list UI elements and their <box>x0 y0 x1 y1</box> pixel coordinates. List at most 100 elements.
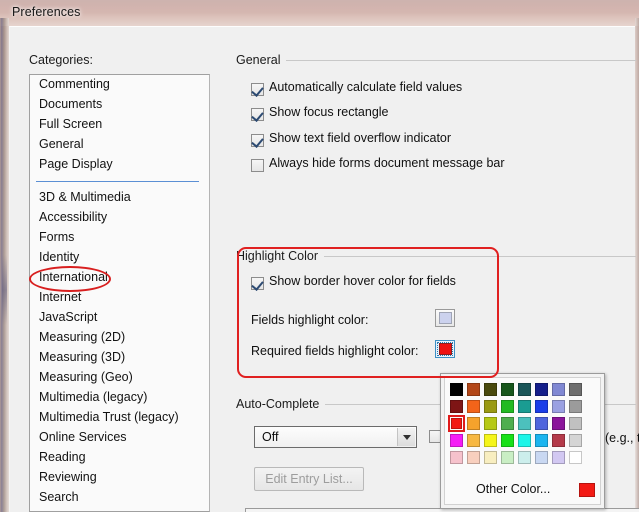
sidebar-item-international[interactable]: International <box>30 268 209 288</box>
color-swatch-fill <box>569 434 582 447</box>
color-swatch-25[interactable] <box>465 432 482 449</box>
color-swatch-fill <box>467 434 480 447</box>
color-swatch-fill <box>518 434 531 447</box>
categories-list[interactable]: Commenting Documents Full Screen General… <box>29 74 210 512</box>
color-swatch-2[interactable] <box>482 381 499 398</box>
color-swatch-4[interactable] <box>516 381 533 398</box>
label-auto-calculate: Automatically calculate field values <box>269 80 463 94</box>
sidebar-item-commenting[interactable]: Commenting <box>30 75 209 95</box>
color-swatch-15[interactable] <box>567 398 584 415</box>
color-swatch-fill <box>552 383 565 396</box>
color-swatch-26[interactable] <box>482 432 499 449</box>
sidebar-item-accessibility[interactable]: Accessibility <box>30 208 209 228</box>
color-swatch-fill <box>569 417 582 430</box>
color-swatch-35[interactable] <box>499 449 516 466</box>
sidebar-item-reviewing[interactable]: Reviewing <box>30 468 209 488</box>
sidebar-item-identity[interactable]: Identity <box>30 248 209 268</box>
color-swatch-23[interactable] <box>567 415 584 432</box>
sidebar-item-reading[interactable]: Reading <box>30 448 209 468</box>
color-swatch-fill <box>501 451 514 464</box>
sidebar-item-measuring-geo[interactable]: Measuring (Geo) <box>30 368 209 388</box>
color-swatch-fill <box>484 383 497 396</box>
color-swatch-37[interactable] <box>533 449 550 466</box>
color-swatch-34[interactable] <box>482 449 499 466</box>
sidebar-item-search[interactable]: Search <box>30 488 209 508</box>
sidebar-item-javascript[interactable]: JavaScript <box>30 308 209 328</box>
sidebar-item-multimedia-trust[interactable]: Multimedia Trust (legacy) <box>30 408 209 428</box>
color-swatch-7[interactable] <box>567 381 584 398</box>
sidebar-item-forms[interactable]: Forms <box>30 228 209 248</box>
sidebar-separator <box>30 175 209 188</box>
color-swatch-fill <box>467 383 480 396</box>
color-swatch-1[interactable] <box>465 381 482 398</box>
color-swatch-5[interactable] <box>533 381 550 398</box>
color-swatch-fill <box>484 434 497 447</box>
color-swatch-28[interactable] <box>516 432 533 449</box>
color-swatch-14[interactable] <box>550 398 567 415</box>
color-swatch-13[interactable] <box>533 398 550 415</box>
color-swatch-fill <box>535 400 548 413</box>
edit-entry-list-button[interactable]: Edit Entry List... <box>254 467 364 491</box>
sidebar-item-measuring-3d[interactable]: Measuring (3D) <box>30 348 209 368</box>
required-fields-highlight-color-button[interactable] <box>435 340 455 358</box>
checkbox-show-focus-rectangle[interactable] <box>251 108 264 121</box>
color-picker-popup[interactable]: Other Color... <box>440 373 605 509</box>
color-swatch-grid[interactable] <box>448 381 584 466</box>
checkbox-border-hover-color[interactable] <box>251 277 264 290</box>
color-swatch-fill <box>569 400 582 413</box>
color-swatch-12[interactable] <box>516 398 533 415</box>
color-swatch-30[interactable] <box>550 432 567 449</box>
color-swatch-3[interactable] <box>499 381 516 398</box>
sidebar-item-internet[interactable]: Internet <box>30 288 209 308</box>
sidebar-item-online-services[interactable]: Online Services <box>30 428 209 448</box>
color-swatch-fill <box>501 383 514 396</box>
checkbox-hide-message-bar[interactable] <box>251 159 264 172</box>
sidebar-item-3d-multimedia[interactable]: 3D & Multimedia <box>30 188 209 208</box>
checkbox-auto-calculate[interactable] <box>251 83 264 96</box>
color-swatch-8[interactable] <box>448 398 465 415</box>
color-swatch-36[interactable] <box>516 449 533 466</box>
checkbox-overflow-indicator[interactable] <box>251 134 264 147</box>
color-swatch-fill <box>535 383 548 396</box>
sidebar-item-multimedia-legacy[interactable]: Multimedia (legacy) <box>30 388 209 408</box>
color-swatch-31[interactable] <box>567 432 584 449</box>
sidebar-item-documents[interactable]: Documents <box>30 95 209 115</box>
sidebar-item-page-display[interactable]: Page Display <box>30 155 209 175</box>
color-swatch-29[interactable] <box>533 432 550 449</box>
label-show-focus-rectangle: Show focus rectangle <box>269 105 389 119</box>
sidebar-item-measuring-2d[interactable]: Measuring (2D) <box>30 328 209 348</box>
color-swatch-9[interactable] <box>465 398 482 415</box>
color-swatch-22[interactable] <box>550 415 567 432</box>
color-swatch-fill <box>450 451 463 464</box>
color-swatch-19[interactable] <box>499 415 516 432</box>
color-swatch-21[interactable] <box>533 415 550 432</box>
color-swatch-10[interactable] <box>482 398 499 415</box>
color-swatch-18[interactable] <box>482 415 499 432</box>
color-swatch-fill <box>518 451 531 464</box>
fields-highlight-color-button[interactable] <box>435 309 455 327</box>
sidebar-item-general[interactable]: General <box>30 135 209 155</box>
other-color-row[interactable]: Other Color... <box>448 480 601 500</box>
sidebar-item-full-screen[interactable]: Full Screen <box>30 115 209 135</box>
color-swatch-27[interactable] <box>499 432 516 449</box>
general-group-label: General <box>236 53 287 67</box>
color-swatch-39[interactable] <box>567 449 584 466</box>
color-swatch-fill <box>535 417 548 430</box>
color-swatch-fill <box>501 434 514 447</box>
color-swatch-20[interactable] <box>516 415 533 432</box>
color-swatch-33[interactable] <box>465 449 482 466</box>
required-fields-highlight-color-swatch <box>439 343 452 355</box>
color-swatch-6[interactable] <box>550 381 567 398</box>
color-swatch-11[interactable] <box>499 398 516 415</box>
color-swatch-32[interactable] <box>448 449 465 466</box>
color-swatch-fill <box>552 451 565 464</box>
chevron-down-icon[interactable] <box>397 428 415 446</box>
color-swatch-0[interactable] <box>448 381 465 398</box>
other-color-swatch[interactable] <box>579 483 595 497</box>
color-swatch-17[interactable] <box>465 415 482 432</box>
color-swatch-24[interactable] <box>448 432 465 449</box>
color-swatch-38[interactable] <box>550 449 567 466</box>
label-border-hover-color: Show border hover color for fields <box>269 274 456 288</box>
autocomplete-select[interactable]: Off <box>254 426 417 448</box>
color-swatch-16[interactable] <box>448 415 465 432</box>
